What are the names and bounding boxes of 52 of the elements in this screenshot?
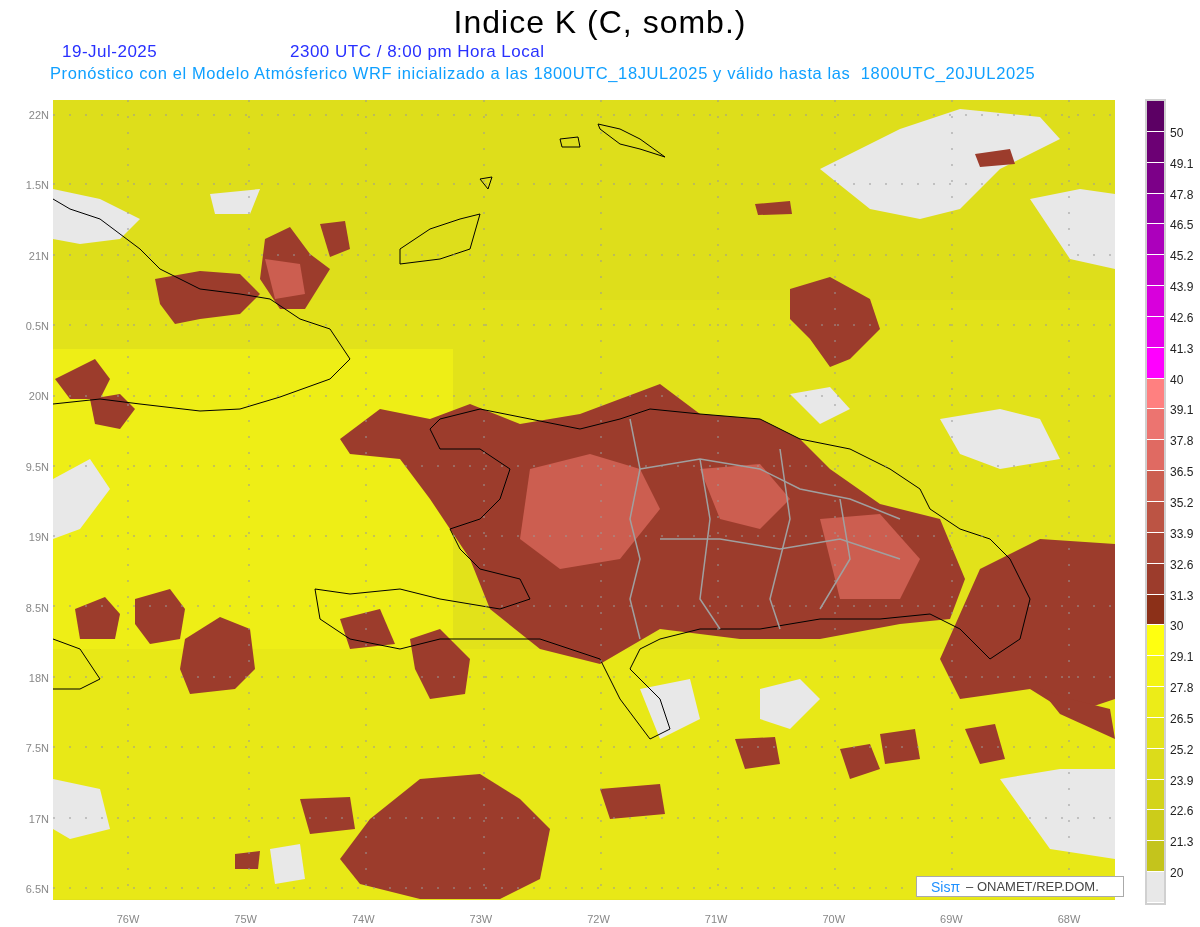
latitude-label: 20N <box>28 389 49 405</box>
legend-label: 20 <box>1170 865 1184 882</box>
legend-label: 23.9 <box>1170 772 1194 789</box>
legend-label: 29.1 <box>1170 649 1194 666</box>
forecast-date: 19-Jul-2025 <box>62 42 159 62</box>
legend-label: 27.8 <box>1170 680 1194 697</box>
forecast-time: 2300 UTC / 8:00 pm Hora Local <box>290 42 545 62</box>
legend-label: 47.8 <box>1170 186 1194 203</box>
legend-label: 49.1 <box>1170 155 1194 172</box>
legend-label: 46.5 <box>1170 217 1194 234</box>
latitude-label: 8.5N <box>25 600 49 616</box>
legend-label: 25.2 <box>1170 741 1194 758</box>
latitude-label: 7.5N <box>25 741 49 757</box>
latitude-label: 6.5N <box>25 881 49 897</box>
latitude-label: 0.5N <box>25 319 49 335</box>
legend-label: 36.5 <box>1170 464 1194 481</box>
legend-label: 50 <box>1170 124 1184 141</box>
chart-title: Indice K (C, somb.) <box>453 3 747 41</box>
legend-label: 43.9 <box>1170 279 1194 296</box>
latitude-label: 18N <box>28 670 49 686</box>
credit-text: – ONAMET/REP.DOM. <box>966 878 1099 895</box>
longitude-label: 71W <box>703 912 729 927</box>
legend-label: 26.5 <box>1170 710 1194 727</box>
longitude-label: 76W <box>115 912 141 927</box>
legend-label: 41.3 <box>1170 340 1194 357</box>
latitude-label: 19N <box>28 530 49 546</box>
legend-label: 30 <box>1170 618 1184 635</box>
latitude-label: 22N <box>28 108 49 123</box>
legend-label: 42.6 <box>1170 309 1194 326</box>
model-description: Pronóstico con el Modelo Atmósferico WRF inicializado a las 1800UTC_18JUL2025 y válido hasta las 1800UTC_20JUL2025 <box>50 63 1036 83</box>
legend-label: 40 <box>1170 371 1184 388</box>
longitude-label: 75W <box>233 912 258 927</box>
latitude-label: 21N <box>28 248 49 264</box>
longitude-label: 72W <box>586 912 611 927</box>
latitude-label: 17N <box>28 811 49 827</box>
legend-label: 35.2 <box>1170 494 1194 511</box>
legend-label: 32.6 <box>1170 556 1194 573</box>
legend-label: 39.1 <box>1170 402 1194 419</box>
legend-label: 45.2 <box>1170 248 1194 265</box>
legend-label: 31.3 <box>1170 587 1194 604</box>
longitude-label: 68W <box>1056 912 1082 927</box>
legend-label: 37.8 <box>1170 433 1194 450</box>
legend-label: 21.3 <box>1170 834 1194 851</box>
brand-logo-text: Sisπ <box>931 878 961 895</box>
longitude-label: 70W <box>821 912 847 927</box>
longitude-label: 69W <box>939 912 964 927</box>
latitude-label: 1.5N <box>25 178 49 194</box>
latitude-label: 9.5N <box>25 459 49 475</box>
longitude-label: 74W <box>350 912 376 927</box>
legend-label: 22.6 <box>1170 803 1194 820</box>
longitude-label: 73W <box>468 912 494 927</box>
legend-label: 33.9 <box>1170 525 1194 542</box>
